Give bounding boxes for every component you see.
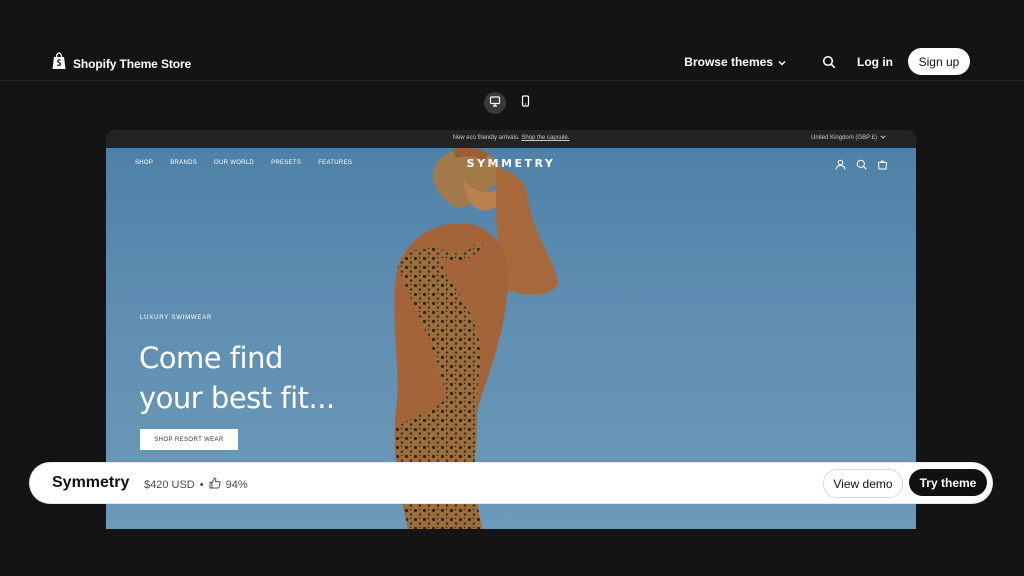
hero-headline: Come find your best fit... xyxy=(139,338,335,418)
theme-name: Symmetry xyxy=(52,474,130,491)
browse-themes-label: Browse themes xyxy=(684,54,773,69)
hero-headline-line-2: your best fit... xyxy=(139,381,335,415)
announcement-bar: New eco friendly arrivals. Shop the caps… xyxy=(106,130,916,148)
shop-resort-wear-button[interactable]: SHOP RESORT WEAR xyxy=(140,429,238,450)
desktop-icon xyxy=(489,94,501,112)
device-preview-toggle xyxy=(484,92,536,114)
store-logo[interactable]: SYMMETRY xyxy=(106,157,916,170)
theme-rating: 94% xyxy=(225,478,248,491)
theme-info-bar: Symmetry $420 USD • 94% View demo Try th… xyxy=(30,463,992,503)
try-theme-button[interactable]: Try theme xyxy=(909,469,987,496)
view-demo-button[interactable]: View demo xyxy=(823,469,903,498)
sign-up-button[interactable]: Sign up xyxy=(908,48,970,75)
cart-icon[interactable] xyxy=(877,157,888,175)
announcement-text: New eco friendly arrivals. Shop the caps… xyxy=(106,135,916,141)
shopify-theme-store-logo[interactable]: Shopify Theme Store xyxy=(51,52,191,75)
hero-headline-line-1: Come find xyxy=(139,341,283,375)
desktop-preview-button[interactable] xyxy=(484,92,506,114)
account-icon[interactable] xyxy=(835,157,846,175)
chevron-down-icon xyxy=(880,135,886,141)
chevron-down-icon xyxy=(778,55,786,69)
announcement-message: New eco friendly arrivals. xyxy=(452,135,520,141)
meta-separator: • xyxy=(199,478,204,491)
theme-price: $420 USD xyxy=(144,478,195,491)
shopify-bag-icon xyxy=(51,52,67,75)
theme-meta: $420 USD • 94% xyxy=(144,477,248,492)
mobile-icon xyxy=(521,94,530,112)
region-label: United Kingdom (GBP £) xyxy=(811,135,877,141)
search-icon[interactable] xyxy=(822,55,836,69)
search-icon[interactable] xyxy=(856,157,867,175)
hero-eyebrow: LUXURY SWIMWEAR xyxy=(140,315,213,321)
log-in-link[interactable]: Log in xyxy=(857,55,893,69)
browse-themes-menu[interactable]: Browse themes xyxy=(684,55,786,69)
thumbs-up-icon xyxy=(209,477,221,492)
top-navigation-bar: Shopify Theme Store Browse themes Log in… xyxy=(0,44,1024,81)
header-actions: Browse themes Log in Sign up xyxy=(684,48,970,75)
announcement-link[interactable]: Shop the capsule. xyxy=(521,135,569,141)
brand-name: Shopify Theme Store xyxy=(73,56,192,71)
region-selector[interactable]: United Kingdom (GBP £) xyxy=(811,135,886,141)
store-header-icons xyxy=(835,157,888,175)
mobile-preview-button[interactable] xyxy=(514,92,536,114)
